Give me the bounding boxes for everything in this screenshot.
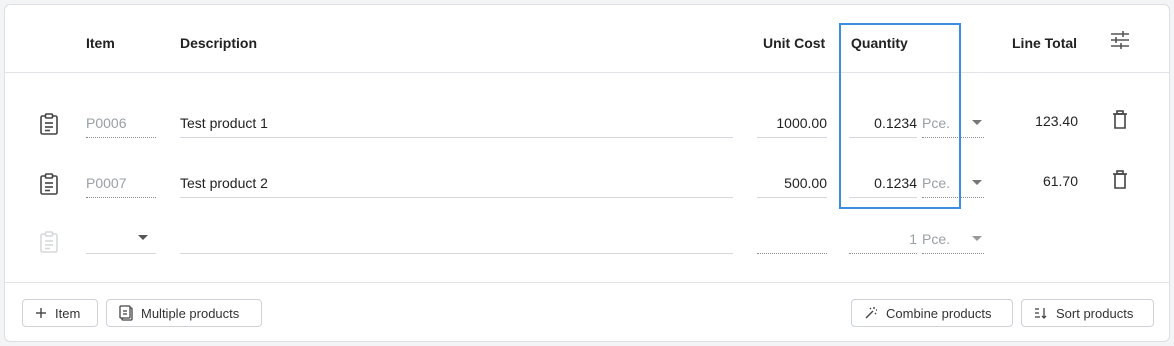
item-code-field[interactable]: P0006	[86, 115, 126, 131]
combine-products-button[interactable]: Combine products	[851, 299, 1013, 327]
description-field[interactable]: Test product 1	[180, 115, 268, 131]
header-divider	[5, 72, 1169, 73]
settings-sliders-icon[interactable]	[1109, 29, 1131, 51]
magic-wand-icon	[865, 307, 877, 319]
quantity-placeholder[interactable]: 1	[849, 231, 917, 247]
item-select-underline[interactable]	[86, 253, 156, 254]
column-header-description: Description	[180, 35, 258, 51]
multiple-clipboard-icon	[119, 305, 133, 321]
clipboard-icon[interactable]	[39, 113, 59, 135]
column-header-unit-cost: Unit Cost	[763, 35, 826, 51]
chevron-down-icon[interactable]	[138, 235, 148, 240]
description-field[interactable]: Test product 2	[180, 175, 268, 191]
add-item-label: Item	[55, 305, 81, 321]
chevron-down-icon[interactable]	[972, 120, 982, 125]
unit-cost-field[interactable]: 500.00	[757, 175, 827, 191]
chevron-down-icon[interactable]	[972, 180, 982, 185]
description-underline[interactable]	[180, 253, 733, 254]
quantity-underline	[849, 253, 917, 254]
line-total: 61.70	[1042, 173, 1078, 189]
footer-divider	[5, 282, 1169, 283]
unit-underline	[922, 253, 984, 254]
line-items-card: Item Description Unit Cost Quantity Line…	[4, 4, 1170, 342]
unit-cost-field[interactable]: 1000.00	[757, 115, 827, 131]
multiple-products-label: Multiple products	[141, 305, 240, 321]
multiple-products-button[interactable]: Multiple products	[106, 299, 262, 327]
quantity-column-highlight	[839, 23, 961, 209]
trash-icon[interactable]	[1112, 110, 1128, 130]
sort-products-button[interactable]: Sort products	[1021, 299, 1154, 327]
clipboard-icon	[40, 231, 58, 253]
item-code-underline	[86, 137, 156, 138]
column-header-line-total: Line Total	[1012, 35, 1078, 51]
unit-cost-underline	[757, 137, 827, 138]
unit-select[interactable]: Pce.	[922, 231, 950, 247]
sort-products-label: Sort products	[1056, 305, 1134, 321]
clipboard-icon[interactable]	[39, 173, 59, 195]
line-total: 123.40	[1035, 113, 1078, 129]
item-code-field[interactable]: P0007	[86, 175, 126, 191]
column-header-item: Item	[86, 35, 115, 51]
unit-cost-underline	[757, 197, 827, 198]
item-code-underline	[86, 197, 156, 198]
unit-cost-underline[interactable]	[757, 253, 827, 254]
trash-icon[interactable]	[1112, 170, 1128, 190]
description-underline	[180, 137, 733, 138]
chevron-down-icon[interactable]	[972, 236, 982, 241]
plus-icon	[36, 308, 46, 318]
combine-products-label: Combine products	[886, 305, 992, 321]
add-item-button[interactable]: Item	[22, 299, 98, 327]
sort-icon	[1035, 308, 1047, 319]
description-underline	[180, 197, 733, 198]
